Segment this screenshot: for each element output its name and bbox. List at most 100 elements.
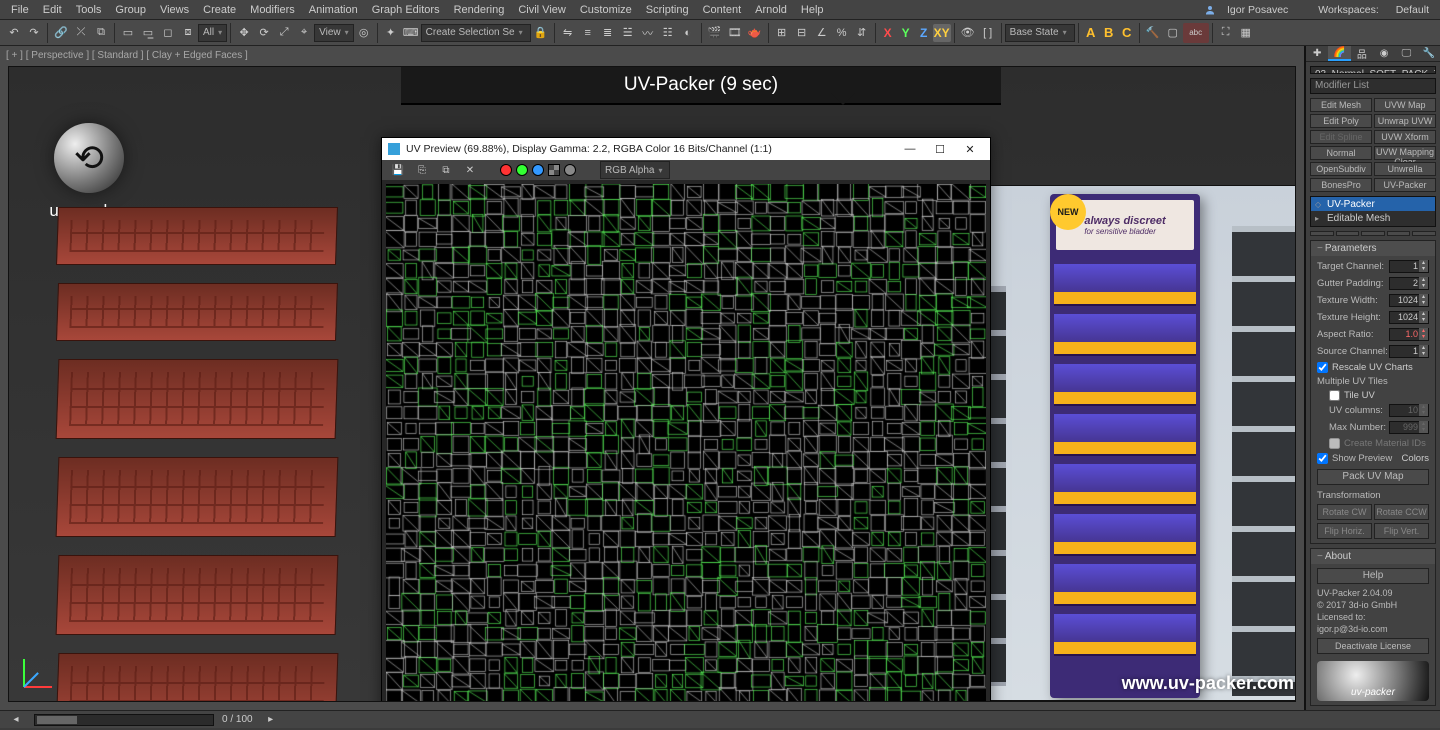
menu-tools[interactable]: Tools	[69, 4, 109, 16]
place-icon[interactable]: ⌖	[294, 23, 314, 43]
sel-brackets-icon[interactable]: [ ]	[978, 23, 998, 43]
rescale-checkbox[interactable]: Rescale UV Charts	[1317, 362, 1429, 373]
snap-2d-icon[interactable]: ⊞	[772, 23, 792, 43]
menu-scripting[interactable]: Scripting	[639, 4, 696, 16]
expand-icon[interactable]: ▸	[1315, 214, 1323, 223]
align-icon[interactable]: ≡	[578, 23, 598, 43]
mod-edit-spline[interactable]: Edit Spline	[1310, 130, 1372, 144]
bind-icon[interactable]: ⧉	[91, 23, 111, 43]
pack-uv-button[interactable]: Pack UV Map	[1317, 469, 1429, 485]
modifier-list-combo[interactable]: Modifier List	[1310, 78, 1436, 94]
hierarchy-tab[interactable]: 品	[1351, 46, 1373, 61]
render-frame-icon[interactable]: 🎞	[725, 23, 745, 43]
viewport[interactable]: [ + ] [ Perspective ] [ Standard ] [ Cla…	[0, 46, 1305, 710]
safe-frame-icon[interactable]: ⛶	[1216, 23, 1236, 43]
timeline-next-icon[interactable]: ▸	[261, 710, 281, 730]
viewport-label[interactable]: [ + ] [ Perspective ] [ Standard ] [ Cla…	[6, 50, 248, 61]
display-tab[interactable]: 🖵	[1395, 46, 1417, 61]
utilities-tab[interactable]: 🔧	[1418, 46, 1440, 61]
menu-animation[interactable]: Animation	[302, 4, 365, 16]
mod-unwrap-uvw[interactable]: Unwrap UVW	[1374, 114, 1436, 128]
pin-stack-icon[interactable]	[1310, 231, 1334, 236]
alpha-channel-icon[interactable]	[548, 164, 560, 176]
arnold-a-icon[interactable]: A	[1082, 24, 1100, 42]
arnold-c-icon[interactable]: C	[1118, 24, 1136, 42]
material-ids-checkbox[interactable]: Create Material IDs	[1329, 438, 1429, 449]
manipulate-icon[interactable]: ✦	[381, 23, 401, 43]
mod-edit-mesh[interactable]: Edit Mesh	[1310, 98, 1372, 112]
menu-civil[interactable]: Civil View	[511, 4, 572, 16]
mod-uvw-xform[interactable]: UVW Xform	[1374, 130, 1436, 144]
mono-channel-icon[interactable]	[564, 164, 576, 176]
layers-icon[interactable]: ☱	[618, 23, 638, 43]
maximize-button[interactable]: ☐	[926, 140, 954, 158]
tex-width-spinner[interactable]: 1024	[1389, 294, 1429, 307]
menu-graph[interactable]: Graph Editors	[365, 4, 447, 16]
mod-normal[interactable]: Normal	[1310, 146, 1372, 160]
unlink-icon[interactable]: ⤫	[71, 23, 91, 43]
menu-create[interactable]: Create	[196, 4, 243, 16]
gutter-spinner[interactable]: 2	[1389, 277, 1429, 290]
render-setup-icon[interactable]: 🎬	[705, 23, 725, 43]
show-end-icon[interactable]	[1336, 231, 1360, 236]
deactivate-button[interactable]: Deactivate License	[1317, 638, 1429, 654]
schematic-icon[interactable]: ☷	[658, 23, 678, 43]
src-channel-spinner[interactable]: 1	[1389, 345, 1429, 358]
menu-views[interactable]: Views	[153, 4, 196, 16]
modifier-stack[interactable]: ◇UV-Packer ▸Editable Mesh	[1310, 196, 1436, 227]
flip-v-button[interactable]: Flip Vert.	[1374, 523, 1429, 539]
tileuv-checkbox[interactable]: Tile UV	[1329, 390, 1429, 401]
modify-tab[interactable]: 🌈	[1328, 46, 1350, 61]
keymode-icon[interactable]: ⌨	[401, 23, 421, 43]
signed-in-user[interactable]: Igor Posavec	[1204, 4, 1295, 16]
menu-arnold[interactable]: Arnold	[748, 4, 794, 16]
window-crossing-icon[interactable]: ⧈	[178, 23, 198, 43]
timeline-prev-icon[interactable]: ◂	[6, 710, 26, 730]
red-channel-icon[interactable]	[500, 164, 512, 176]
uv-canvas[interactable]	[386, 184, 986, 702]
axis-x-button[interactable]: X	[879, 24, 897, 42]
target-channel-spinner[interactable]: 1	[1389, 260, 1429, 273]
curve-editor-icon[interactable]: 〰	[638, 23, 658, 43]
snap-3d-icon[interactable]: ⊟	[792, 23, 812, 43]
mod-uvpacker[interactable]: UV-Packer	[1374, 178, 1436, 192]
axis-xy-button[interactable]: XY	[933, 24, 951, 42]
clone-icon[interactable]: ⧉	[436, 160, 456, 180]
create-tab[interactable]: ✚	[1306, 46, 1328, 61]
save-image-icon[interactable]: 💾	[388, 160, 408, 180]
ref-coord-combo[interactable]: View	[314, 24, 354, 42]
axis-z-button[interactable]: Z	[915, 24, 933, 42]
channel-mode-combo[interactable]: RGB Alpha	[600, 161, 670, 179]
select-name-icon[interactable]: ▭̲	[138, 23, 158, 43]
help-button[interactable]: Help	[1317, 568, 1429, 584]
motion-tab[interactable]: ◉	[1373, 46, 1395, 61]
remove-mod-icon[interactable]	[1387, 231, 1411, 236]
scale-icon[interactable]: ⤢	[274, 23, 294, 43]
box-icon[interactable]: ▢	[1163, 23, 1183, 43]
menu-group[interactable]: Group	[108, 4, 153, 16]
hammer-icon[interactable]: 🔨	[1143, 23, 1163, 43]
mod-uvw-map[interactable]: UVW Map	[1374, 98, 1436, 112]
named-sel-combo[interactable]: Create Selection Se	[421, 24, 531, 42]
isolate-icon[interactable]: 👁	[958, 23, 978, 43]
about-header[interactable]: About	[1311, 549, 1435, 564]
sel-lock-icon[interactable]: 🔒	[531, 23, 551, 43]
mod-edit-poly[interactable]: Edit Poly	[1310, 114, 1372, 128]
parameters-header[interactable]: Parameters	[1311, 241, 1435, 256]
quick-align-icon[interactable]: ≣	[598, 23, 618, 43]
menu-modifiers[interactable]: Modifiers	[243, 4, 302, 16]
select-icon[interactable]: ▭	[118, 23, 138, 43]
mod-opensubdiv[interactable]: OpenSubdiv	[1310, 162, 1372, 176]
menu-file[interactable]: File	[4, 4, 36, 16]
time-slider[interactable]	[34, 714, 214, 726]
render-icon[interactable]: 🫖	[745, 23, 765, 43]
mod-uvw-clear[interactable]: UVW Mapping Clear	[1374, 146, 1436, 160]
menu-content[interactable]: Content	[696, 4, 749, 16]
axis-y-button[interactable]: Y	[897, 24, 915, 42]
mat-editor-icon[interactable]: ◐	[678, 23, 698, 43]
menu-edit[interactable]: Edit	[36, 4, 69, 16]
menu-help[interactable]: Help	[794, 4, 831, 16]
show-preview-checkbox[interactable]: Show Preview	[1317, 453, 1392, 464]
angle-snap-icon[interactable]: ∠	[812, 23, 832, 43]
object-name-field[interactable]: 03_Normal_SOFT_PACK_Tiny51_Tiny51	[1310, 66, 1436, 74]
